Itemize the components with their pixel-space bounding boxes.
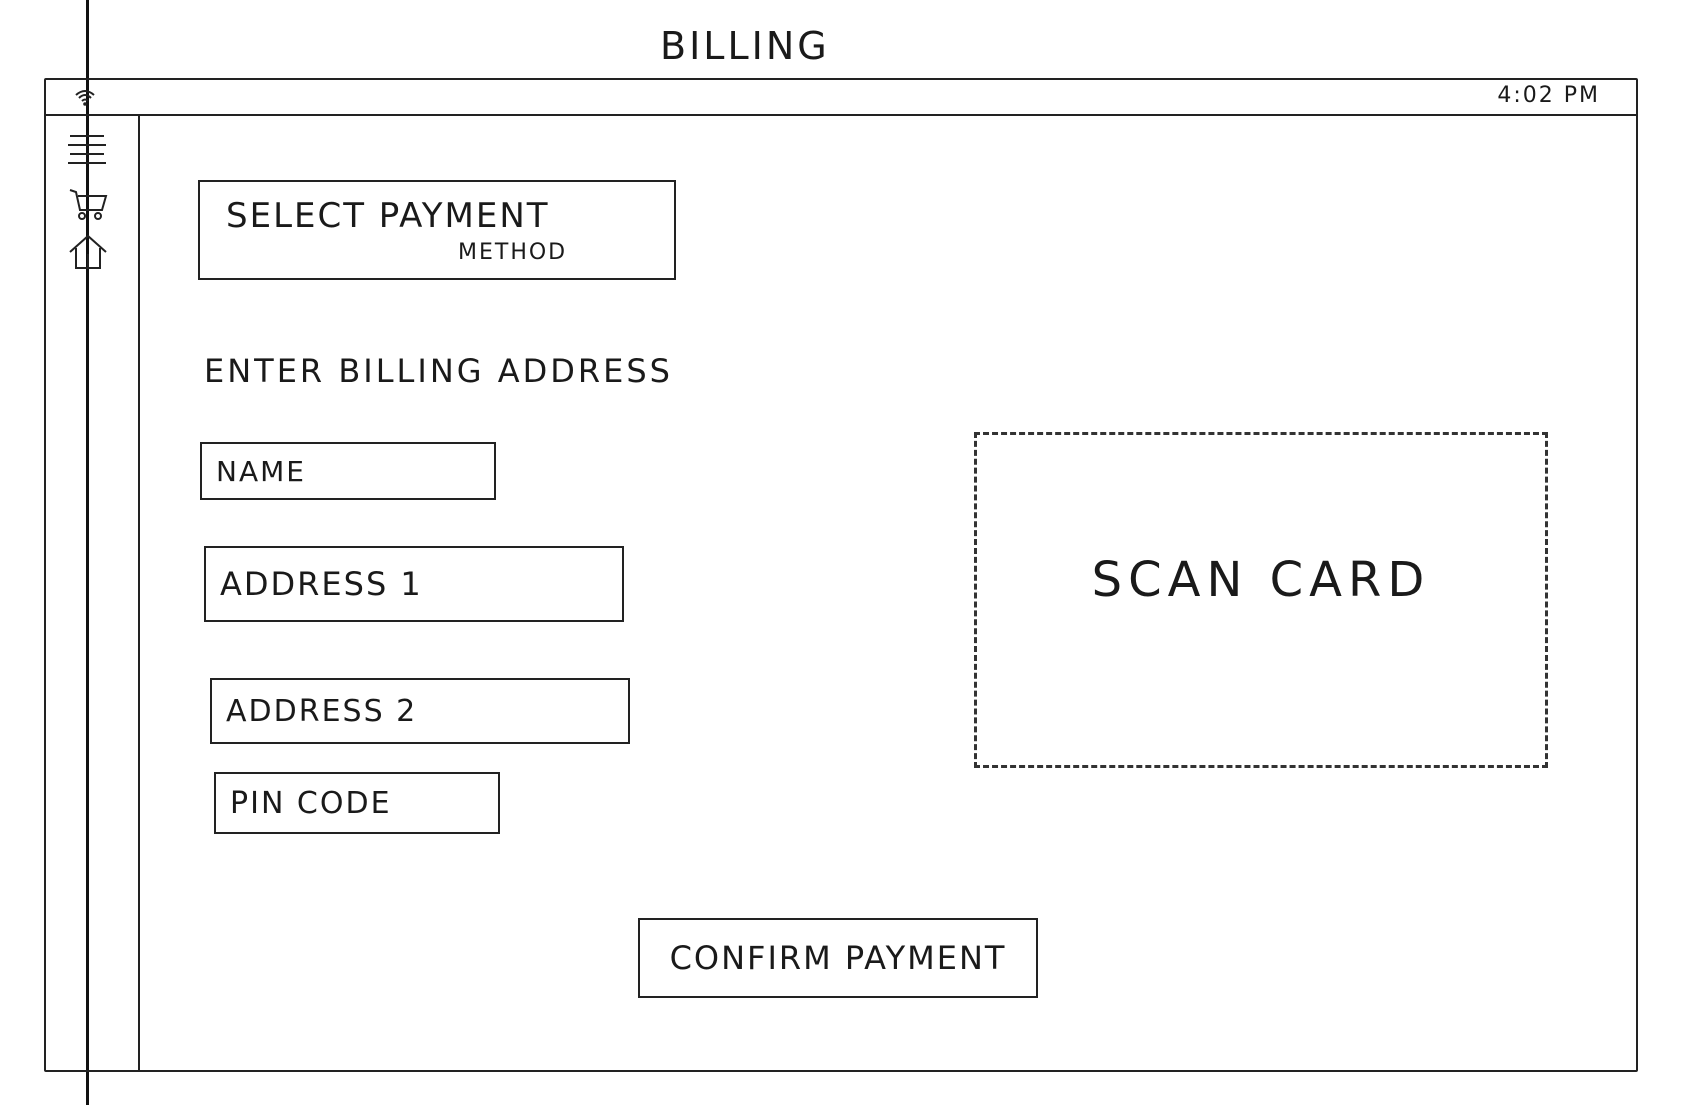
pin-code-field[interactable] xyxy=(214,772,500,834)
scan-card-button[interactable]: SCAN CARD xyxy=(974,432,1548,768)
cart-icon[interactable] xyxy=(64,184,112,224)
status-time: 4:02 PM xyxy=(1497,83,1600,108)
device-frame: 4:02 PM SELECT PAYMENT METHOD ENTER BILL… xyxy=(44,78,1638,1072)
select-payment-method-button[interactable]: SELECT PAYMENT METHOD xyxy=(198,180,676,280)
menu-icon[interactable] xyxy=(64,130,112,170)
status-bar: 4:02 PM xyxy=(46,80,1636,116)
address-2-field[interactable] xyxy=(210,678,630,744)
select-payment-label-method: METHOD xyxy=(458,240,568,265)
select-payment-label: SELECT PAYMENT xyxy=(226,196,550,236)
billing-address-heading: ENTER BILLING ADDRESS xyxy=(204,352,673,390)
wifi-icon xyxy=(75,90,95,106)
home-icon[interactable] xyxy=(64,232,112,272)
address-1-field[interactable] xyxy=(204,546,624,622)
scan-card-label: SCAN CARD xyxy=(1091,552,1431,608)
confirm-payment-button[interactable]: CONFIRM PAYMENT xyxy=(638,918,1038,998)
name-field[interactable] xyxy=(200,442,496,500)
page-title: BILLING xyxy=(660,24,830,68)
side-rail xyxy=(46,116,140,1070)
